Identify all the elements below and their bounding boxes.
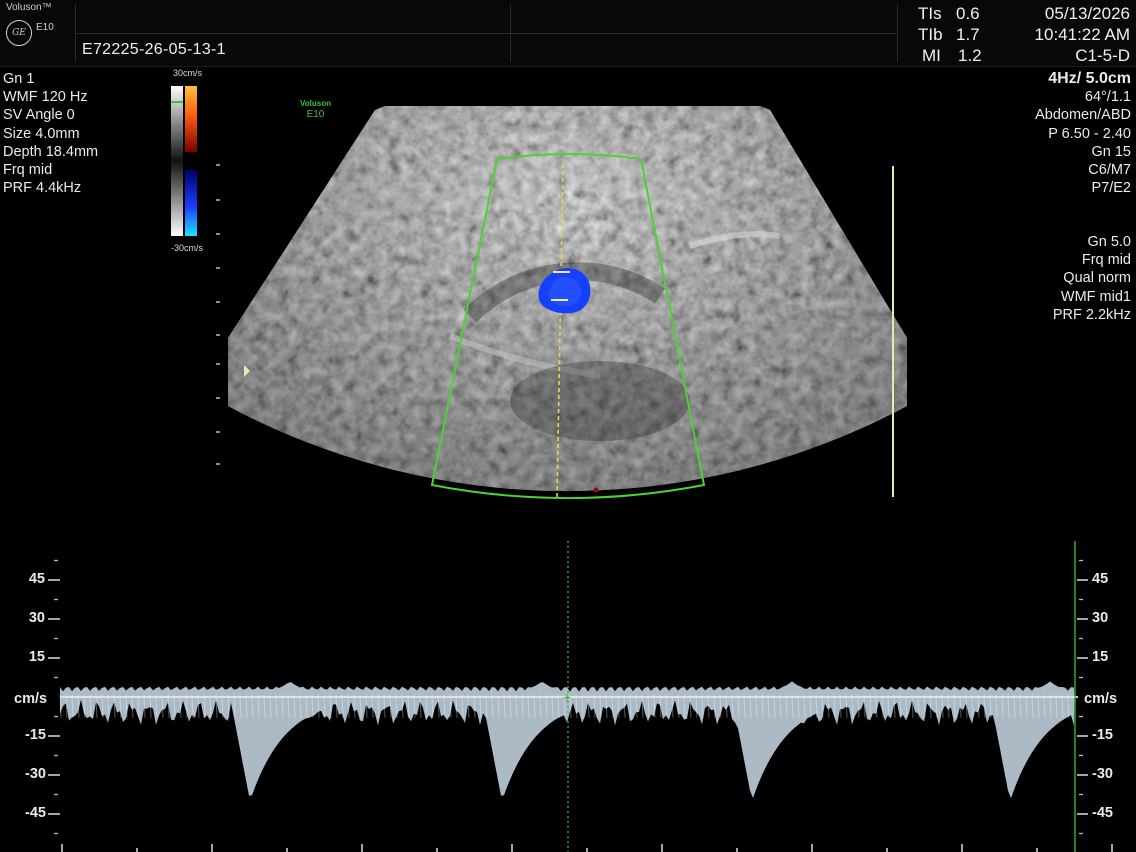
patient-id[interactable]: E72225-26-05-13-1 [82, 41, 226, 59]
spectral-tick-label: -15 [1092, 727, 1113, 743]
bmode-image[interactable] [0, 66, 1136, 536]
probe-name: C1-5-D [1075, 46, 1130, 65]
header-divider [76, 33, 896, 34]
spectral-tick-label: -45 [25, 805, 46, 821]
spectral-tick-label: 45 [28, 571, 45, 587]
exam-date: 05/13/2026 [1044, 4, 1130, 23]
spectral-tick-label: -45 [1092, 805, 1113, 821]
index-value: 1.2 [958, 46, 982, 65]
spectral-cursor-marker: + [563, 689, 571, 705]
spectral-tick-label: 15 [1092, 649, 1109, 665]
index-value: 1.7 [956, 25, 980, 44]
index-value: 0.6 [956, 4, 980, 23]
spectral-unit-right: cm/s [1084, 691, 1118, 707]
exam-time: 10:41:22 AM [1034, 25, 1130, 44]
spectral-tick-label: 45 [1092, 571, 1109, 587]
index-tis: TIs 0.6 [918, 4, 980, 24]
spectral-tick-label: 15 [28, 649, 45, 665]
ge-logo-icon: GE [6, 20, 32, 46]
index-label: MI [922, 46, 941, 65]
spectral-tick-label: -30 [25, 766, 46, 782]
spectral-tick-label: -15 [25, 727, 46, 743]
index-label: TIs [918, 4, 942, 23]
model-name: E10 [36, 22, 54, 33]
index-label: TIb [918, 25, 943, 44]
spectral-tick-label: -30 [1092, 766, 1113, 782]
spectral-doppler-display[interactable]: + [0, 536, 1136, 852]
brand-name: Voluson™ [6, 2, 52, 13]
spectral-tick-label: 30 [28, 610, 45, 626]
bmode-sector [228, 106, 907, 492]
spectral-tick-label: 30 [1092, 610, 1109, 626]
index-mi: MI 1.2 [922, 46, 982, 66]
header-bar: Voluson™ GE E10 E72225-26-05-13-1 TIs 0.6… [0, 0, 1136, 67]
spectral-unit-left: cm/s [14, 691, 48, 707]
header-divider [897, 4, 898, 62]
index-tib: TIb 1.7 [918, 25, 980, 45]
